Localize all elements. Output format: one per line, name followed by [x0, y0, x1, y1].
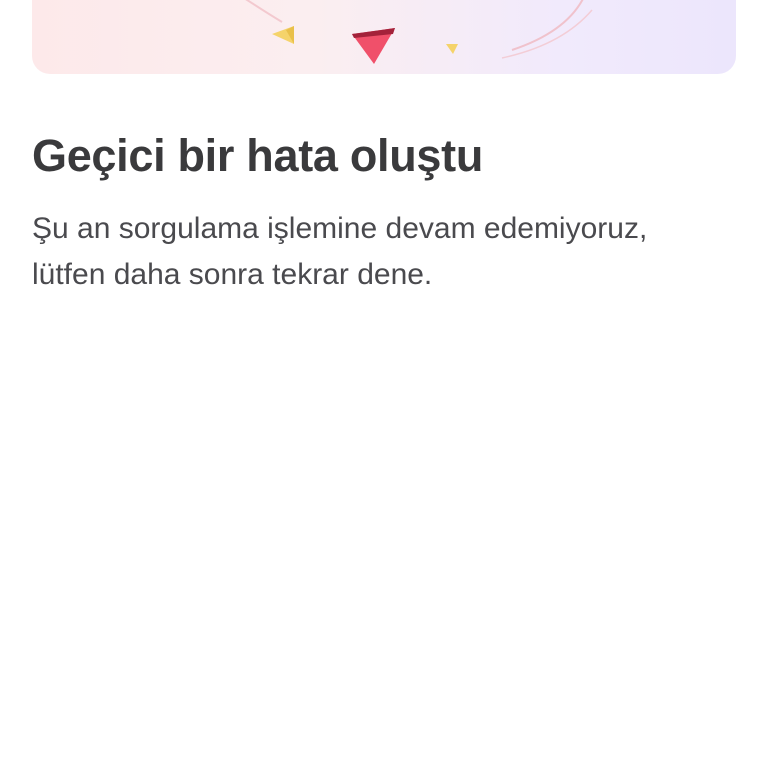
confetti-illustration [245, 0, 593, 64]
error-message: Şu an sorgulama işlemine devam edemiyoru… [32, 206, 732, 298]
confetti-small-yellow [446, 44, 458, 54]
error-message-line-2: lütfen daha sonra tekrar dene. [32, 258, 433, 291]
error-title: Geçici bir hata oluştu [32, 130, 484, 181]
error-message-line-1: Şu an sorgulama işlemine devam edemiyoru… [32, 212, 648, 245]
error-illustration-banner [32, 0, 736, 74]
decorative-curve-left [245, 0, 283, 23]
error-screen: Geçici bir hata oluştu Şu an sorgulama i… [0, 0, 768, 768]
